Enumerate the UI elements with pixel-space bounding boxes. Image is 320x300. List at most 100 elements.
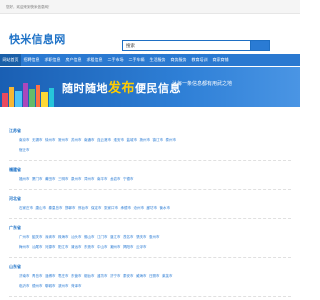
city-link[interactable]: 南通市 bbox=[84, 138, 95, 142]
city-link[interactable]: 青岛市 bbox=[32, 274, 43, 278]
main-nav: 网站首页 招聘信息 求职信息 房产信息 求租信息 二手市场 二手车辆 生活服务 商务服务 教育培训… bbox=[0, 54, 300, 66]
province-divider bbox=[9, 189, 291, 190]
city-link[interactable]: 连云港市 bbox=[97, 138, 111, 142]
province-divider bbox=[9, 296, 291, 297]
banner-subtitle: 让每一条信息都有用武之地 bbox=[172, 81, 233, 87]
top-welcome-bar: 您好，欢迎来到快米信息网！ bbox=[0, 0, 300, 14]
city-link[interactable]: 镇江市 bbox=[153, 138, 164, 142]
city-link[interactable]: 烟台市 bbox=[84, 274, 95, 278]
city-link[interactable]: 唐山市 bbox=[36, 206, 47, 210]
search-button[interactable] bbox=[250, 40, 270, 51]
city-link[interactable]: 东莞市 bbox=[84, 245, 95, 249]
nav-item[interactable]: 二手车辆 bbox=[126, 54, 147, 66]
city-link[interactable]: 盐城市 bbox=[127, 138, 138, 142]
city-link[interactable]: 宿迁市 bbox=[19, 148, 30, 152]
city-link[interactable]: 济南市 bbox=[19, 274, 30, 278]
city-link[interactable]: 张家口市 bbox=[104, 206, 118, 210]
city-link[interactable]: 东营市 bbox=[71, 274, 82, 278]
city-link[interactable]: 茂名市 bbox=[123, 235, 134, 239]
city-link[interactable]: 广州市 bbox=[19, 235, 30, 239]
city-link[interactable]: 珠海市 bbox=[58, 235, 69, 239]
city-link[interactable]: 承德市 bbox=[121, 206, 132, 210]
city-link[interactable]: 威海市 bbox=[136, 274, 147, 278]
province-name[interactable]: 河北省 bbox=[9, 196, 21, 202]
city-link[interactable]: 惠州市 bbox=[149, 235, 160, 239]
city-link[interactable]: 日照市 bbox=[149, 274, 160, 278]
city-link[interactable]: 邯郸市 bbox=[65, 206, 76, 210]
city-row: 宿迁市 bbox=[19, 148, 32, 153]
city-link[interactable]: 潮州市 bbox=[110, 245, 121, 249]
city-link[interactable]: 江门市 bbox=[97, 235, 108, 239]
nav-item[interactable]: 求租信息 bbox=[84, 54, 105, 66]
province-name[interactable]: 江苏省 bbox=[9, 128, 21, 134]
nav-item[interactable]: 商家商铺 bbox=[210, 54, 231, 66]
city-link[interactable]: 邢台市 bbox=[78, 206, 89, 210]
city-link[interactable]: 淮安市 bbox=[114, 138, 125, 142]
province-name[interactable]: 福建省 bbox=[9, 167, 21, 173]
city-link[interactable]: 沧州市 bbox=[134, 206, 145, 210]
city-link[interactable]: 云浮市 bbox=[136, 245, 147, 249]
nav-item[interactable]: 教育培训 bbox=[189, 54, 210, 66]
city-link[interactable]: 常州市 bbox=[58, 138, 69, 142]
city-link[interactable]: 肇庆市 bbox=[136, 235, 147, 239]
city-link[interactable]: 莱芜市 bbox=[162, 274, 173, 278]
city-link[interactable]: 韶关市 bbox=[32, 235, 43, 239]
nav-item[interactable]: 网站首页 bbox=[0, 54, 21, 66]
city-link[interactable]: 石家庄市 bbox=[19, 206, 33, 210]
city-link[interactable]: 泰安市 bbox=[123, 274, 134, 278]
city-link[interactable]: 临沂市 bbox=[19, 284, 30, 288]
city-link[interactable]: 徐州市 bbox=[45, 138, 56, 142]
city-link[interactable]: 廊坊市 bbox=[147, 206, 158, 210]
city-link[interactable]: 苏州市 bbox=[71, 138, 82, 142]
city-link[interactable]: 德州市 bbox=[32, 284, 43, 288]
nav-item[interactable]: 生活服务 bbox=[147, 54, 168, 66]
city-link[interactable]: 保定市 bbox=[91, 206, 102, 210]
city-link[interactable]: 南平市 bbox=[97, 177, 108, 181]
province-name[interactable]: 山东省 bbox=[9, 264, 21, 270]
city-link[interactable]: 龙岩市 bbox=[110, 177, 121, 181]
city-link[interactable]: 扬州市 bbox=[140, 138, 151, 142]
province-name[interactable]: 广东省 bbox=[9, 225, 21, 231]
city-link[interactable]: 湛江市 bbox=[110, 235, 121, 239]
city-link[interactable]: 南京市 bbox=[19, 138, 30, 142]
city-link[interactable]: 枣庄市 bbox=[58, 274, 69, 278]
hero-banner: 随时随地发布便民信息 让每一条信息都有用武之地 bbox=[0, 67, 300, 107]
city-link[interactable]: 泰州市 bbox=[166, 138, 177, 142]
city-link[interactable]: 揭阳市 bbox=[123, 245, 134, 249]
city-link[interactable]: 潍坊市 bbox=[97, 274, 108, 278]
city-link[interactable]: 宁德市 bbox=[123, 177, 134, 181]
city-link[interactable]: 汕头市 bbox=[71, 235, 82, 239]
city-link[interactable]: 深圳市 bbox=[45, 235, 56, 239]
city-link[interactable]: 佛山市 bbox=[84, 235, 95, 239]
nav-item[interactable]: 二手市场 bbox=[105, 54, 126, 66]
city-row: 福州市 厦门市 莆田市 三明市 泉州市 漳州市 南平市 龙岩市 宁德市 bbox=[19, 177, 136, 182]
city-link[interactable]: 衡水市 bbox=[160, 206, 171, 210]
nav-item[interactable]: 商务服务 bbox=[168, 54, 189, 66]
city-link[interactable]: 三明市 bbox=[58, 177, 69, 181]
city-link[interactable]: 漳州市 bbox=[84, 177, 95, 181]
search-input[interactable] bbox=[122, 40, 250, 51]
province-divider bbox=[9, 160, 291, 161]
city-link[interactable]: 梅州市 bbox=[19, 245, 30, 249]
city-row: 梅州市 汕尾市 河源市 阳江市 清远市 东莞市 中山市 潮州市 揭阳市 云浮市 bbox=[19, 245, 149, 250]
city-link[interactable]: 滨州市 bbox=[58, 284, 69, 288]
nav-item[interactable]: 招聘信息 bbox=[21, 54, 42, 66]
nav-item[interactable]: 房产信息 bbox=[63, 54, 84, 66]
city-link[interactable]: 汕尾市 bbox=[32, 245, 43, 249]
city-link[interactable]: 河源市 bbox=[45, 245, 56, 249]
city-link[interactable]: 清远市 bbox=[71, 245, 82, 249]
city-link[interactable]: 淄博市 bbox=[45, 274, 56, 278]
city-link[interactable]: 聊城市 bbox=[45, 284, 56, 288]
city-link[interactable]: 泉州市 bbox=[71, 177, 82, 181]
city-link[interactable]: 阳江市 bbox=[58, 245, 69, 249]
city-link[interactable]: 福州市 bbox=[19, 177, 30, 181]
city-link[interactable]: 莆田市 bbox=[45, 177, 56, 181]
nav-item[interactable]: 求职信息 bbox=[42, 54, 63, 66]
city-link[interactable]: 秦皇岛市 bbox=[49, 206, 63, 210]
city-link[interactable]: 菏泽市 bbox=[71, 284, 82, 288]
city-link[interactable]: 济宁市 bbox=[110, 274, 121, 278]
city-link[interactable]: 厦门市 bbox=[32, 177, 43, 181]
city-link[interactable]: 无锡市 bbox=[32, 138, 43, 142]
site-logo[interactable]: 快米信息网 bbox=[9, 34, 66, 46]
city-link[interactable]: 中山市 bbox=[97, 245, 108, 249]
